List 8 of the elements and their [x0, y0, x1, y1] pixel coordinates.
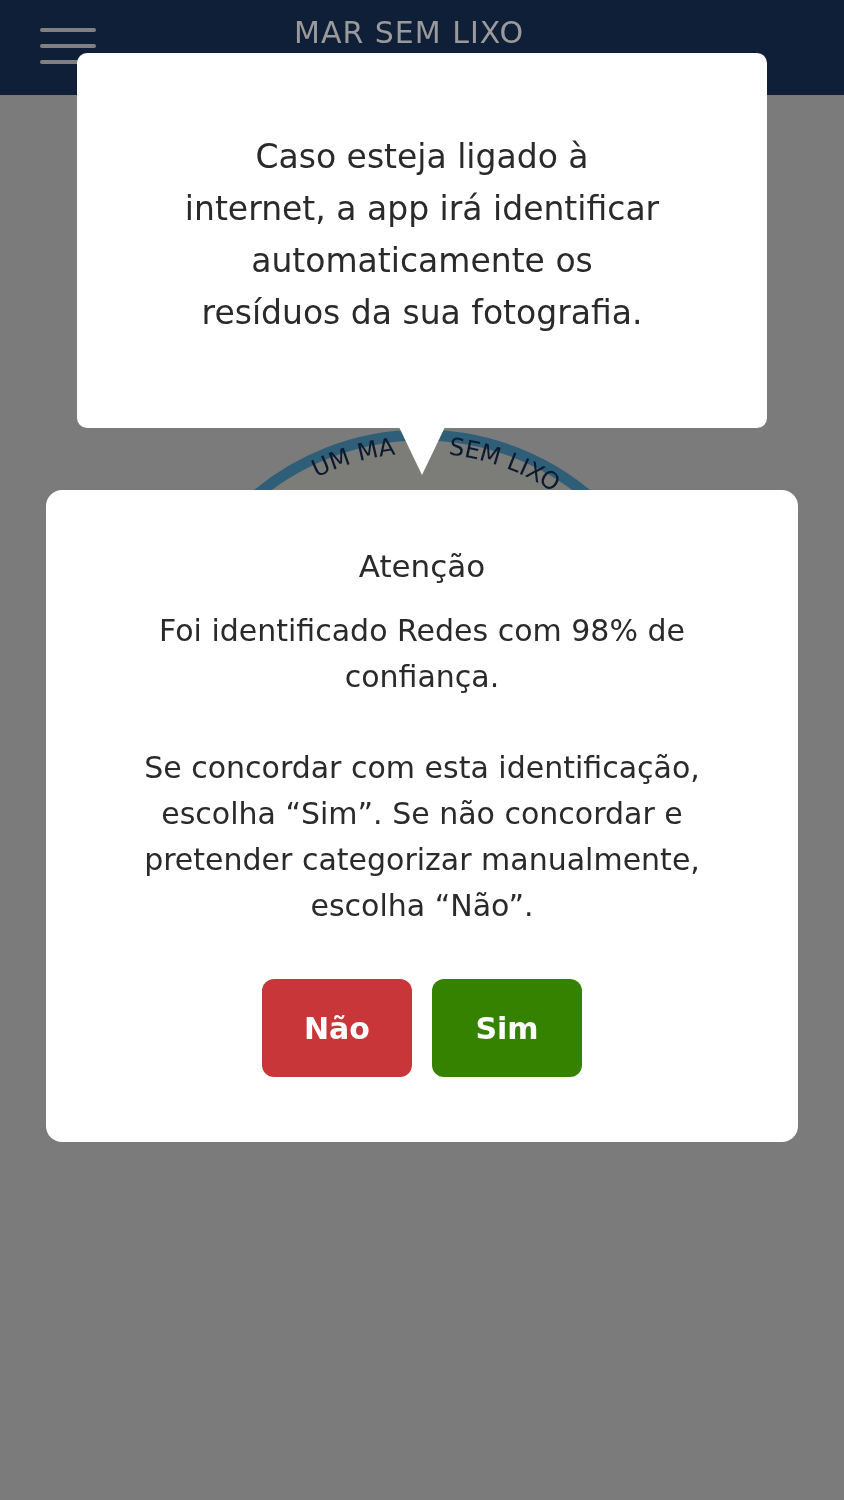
logo-text: UM MA — [307, 432, 397, 483]
dialog-message: Foi identificado Redes com 98% de confiança. — [158, 612, 686, 696]
dialog-button[interactable]: Não — [262, 979, 412, 1077]
tooltip-text: Caso esteja ligado à internet, a app irá identificar automaticamente os resíduos da sua fotografia. — [183, 136, 661, 334]
app-title: MAR SEM LIXO — [294, 16, 524, 50]
dialog-title: Atenção — [357, 547, 487, 586]
dialog-message: Se concordar com esta identificação, escolha “Sim”. Se não concordar e pretender categorizar manualmente, escolha “Não”. — [143, 749, 701, 925]
dialog-button[interactable]: Sim — [432, 979, 582, 1077]
